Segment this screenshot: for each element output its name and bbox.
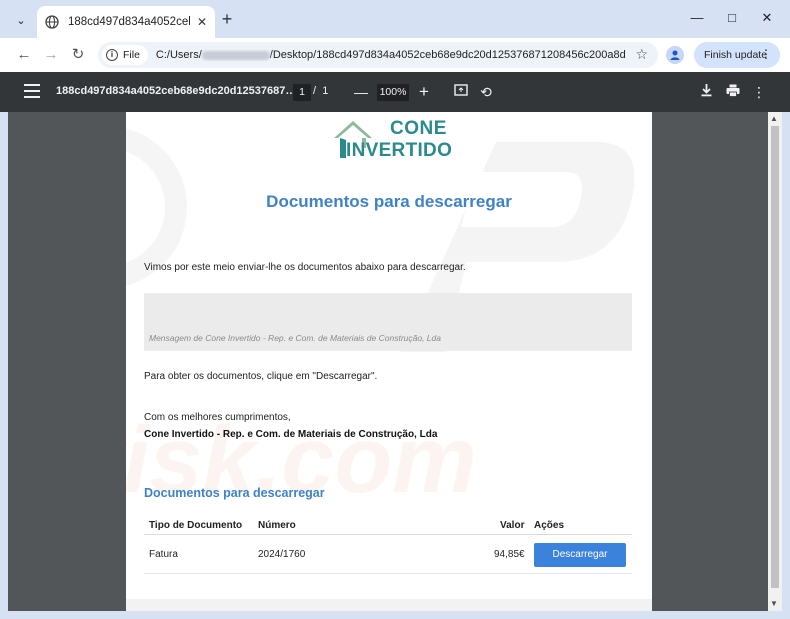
regards-text: Com os melhores cumprimentos, <box>144 412 291 423</box>
cell-numero: 2024/1760 <box>258 549 306 560</box>
profile-avatar-icon[interactable] <box>666 46 684 64</box>
info-icon: i <box>106 49 118 61</box>
scroll-up-icon[interactable]: ▲ <box>770 114 778 123</box>
file-label: File <box>123 49 140 61</box>
col-valor: Valor <box>500 520 525 531</box>
scrollbar-thumb[interactable] <box>771 126 779 588</box>
zoom-level-input[interactable]: 100% <box>377 84 409 101</box>
zoom-out-icon[interactable]: — <box>352 83 370 101</box>
col-tipo: Tipo de Documento <box>149 520 243 531</box>
window-frame-right <box>782 112 790 619</box>
tab-strip: ⌄ 188cd497d834a4052ceb68e9dc20d125376871… <box>0 0 790 38</box>
intro-text: Vimos por este meio enviar-lhe os docume… <box>144 262 466 273</box>
document-heading: Documentos para descarregar <box>266 192 512 211</box>
hamburger-menu-icon[interactable] <box>24 84 40 98</box>
instruction-text: Para obter os documentos, clique em "Des… <box>144 371 378 382</box>
cell-tipo: Fatura <box>149 549 178 560</box>
window-close-icon[interactable]: ✕ <box>757 10 777 30</box>
bookmark-star-icon[interactable]: ☆ <box>635 46 648 63</box>
pdf-document-title: 188cd497d834a4052ceb68e9dc20d12537687… <box>56 85 297 97</box>
message-note: Mensagem de Cone Invertido - Rep. e Com.… <box>149 333 441 343</box>
finish-update-button[interactable]: Finish update ⋮ <box>694 42 780 68</box>
pdf-toolbar: 188cd497d834a4052ceb68e9dc20d12537687… 1… <box>0 72 790 112</box>
url-text: C:/Users//Desktop/188cd497d834a4052ceb68… <box>155 49 626 61</box>
window-frame-bottom <box>0 611 790 619</box>
pdf-page: risk.com CONE INVERTIDO Documentos para … <box>126 112 652 611</box>
minimize-icon[interactable]: — <box>687 10 707 30</box>
tab-title: 188cd497d834a4052ceb68e9dc20d12537687120… <box>68 16 190 28</box>
scroll-down-icon[interactable]: ▼ <box>770 599 778 608</box>
reload-icon[interactable]: ↻ <box>68 45 88 65</box>
page-count: / 1 <box>313 85 329 97</box>
address-bar[interactable]: i File C:/Users//Desktop/188cd497d834a40… <box>98 42 658 68</box>
page-footer-band <box>126 599 652 611</box>
company-logo: CONE INVERTIDO <box>332 118 452 162</box>
back-arrow-icon[interactable]: ← <box>14 45 34 65</box>
maximize-icon[interactable]: □ <box>722 10 742 30</box>
col-acoes: Ações <box>534 520 565 531</box>
browser-tab[interactable]: 188cd497d834a4052ceb68e9dc20d12537687120… <box>37 6 215 38</box>
redacted-username <box>201 50 270 60</box>
pdf-more-icon[interactable]: ⋮ <box>750 83 768 101</box>
page-number-input[interactable]: 1 <box>293 84 311 101</box>
message-box: Mensagem de Cone Invertido - Rep. e Com.… <box>144 293 632 351</box>
more-menu-icon[interactable]: ⋮ <box>760 47 772 61</box>
table-row: Fatura 2024/1760 94,85€ Descarregar <box>144 536 632 574</box>
descarregar-button[interactable]: Descarregar <box>534 543 626 567</box>
tab-close-icon[interactable]: ✕ <box>197 15 207 29</box>
file-chip[interactable]: i File <box>102 45 148 65</box>
zoom-in-icon[interactable]: + <box>415 83 433 101</box>
tab-search-chevron-icon[interactable]: ⌄ <box>10 9 32 31</box>
table-header: Tipo de Documento Número Valor Ações <box>144 515 632 535</box>
browser-toolbar: ← → ↻ i File C:/Users//Desktop/188cd497d… <box>0 38 790 72</box>
signature-text: Cone Invertido - Rep. e Com. de Materiai… <box>144 429 438 440</box>
cell-valor: 94,85€ <box>494 549 525 560</box>
section-heading: Documentos para descarregar <box>144 486 325 500</box>
pdf-viewer-area[interactable]: risk.com CONE INVERTIDO Documentos para … <box>8 112 768 611</box>
forward-arrow-icon[interactable]: → <box>41 45 61 65</box>
globe-icon <box>45 15 59 29</box>
rotate-icon[interactable]: ⟲ <box>477 83 495 101</box>
window-frame-left <box>0 112 8 619</box>
download-icon[interactable] <box>697 83 715 101</box>
vertical-scrollbar[interactable]: ▲ ▼ <box>768 112 782 611</box>
col-numero: Número <box>258 520 296 531</box>
fit-page-icon[interactable] <box>452 83 470 101</box>
print-icon[interactable] <box>724 83 742 101</box>
new-tab-icon[interactable]: + <box>217 10 237 30</box>
